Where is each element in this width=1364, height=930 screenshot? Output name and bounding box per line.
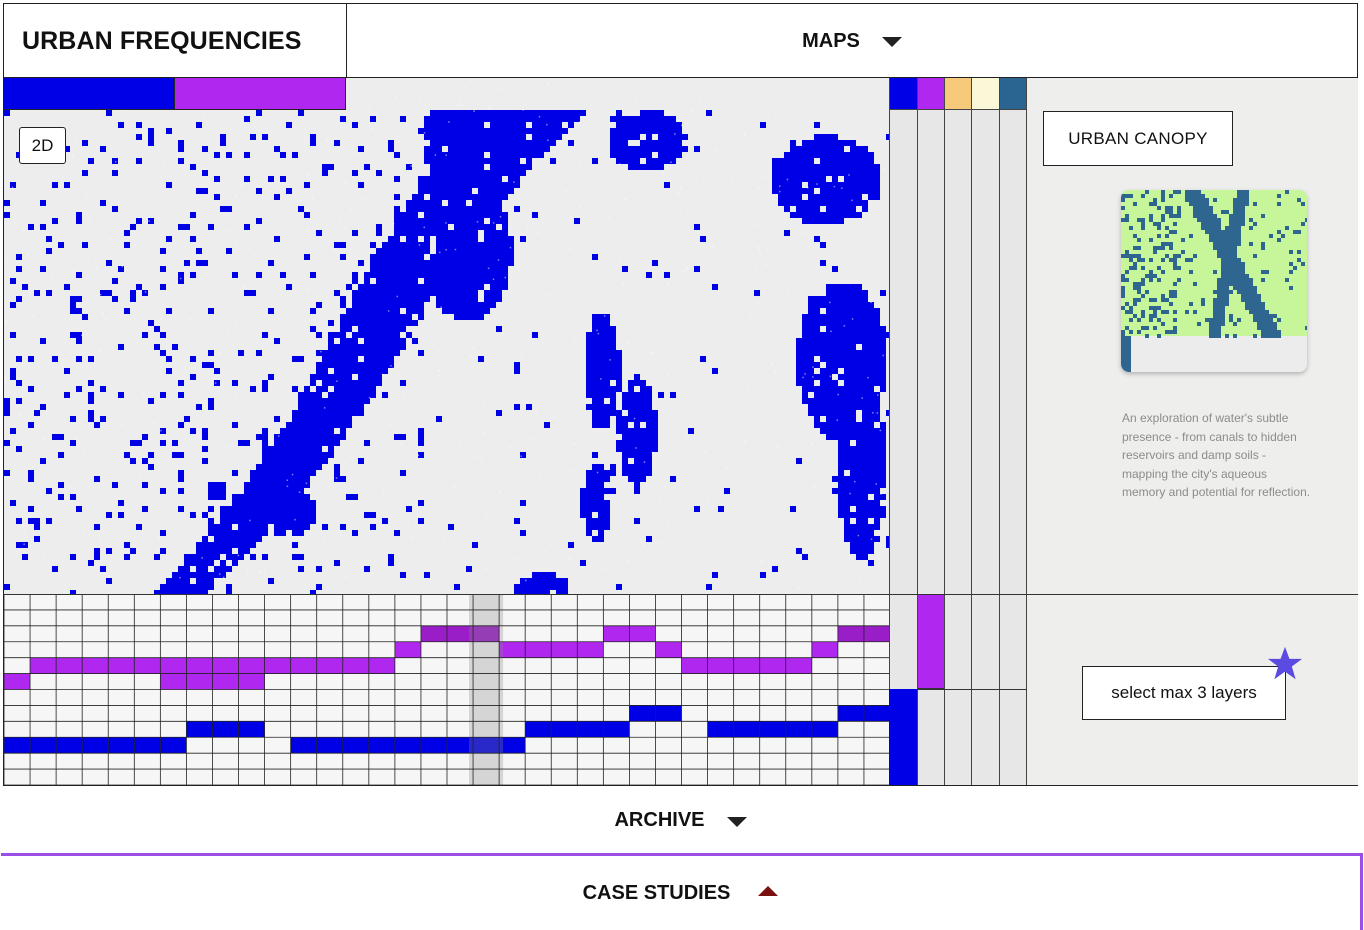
chevron-down-icon bbox=[881, 37, 902, 47]
layer-description: An exploration of water's subtle presenc… bbox=[1122, 411, 1311, 500]
strip-active-blue bbox=[889, 689, 917, 785]
active-layer-tabs bbox=[3, 78, 346, 110]
layer-strip-swatch[interactable] bbox=[945, 78, 972, 110]
select-layers-hint-button[interactable]: select max 3 layers bbox=[1082, 666, 1286, 720]
layer-strip-1[interactable] bbox=[889, 78, 917, 785]
layer-strip-swatch[interactable] bbox=[890, 78, 917, 110]
thumbnail-map bbox=[1121, 190, 1307, 372]
layer-thumbnail[interactable] bbox=[1121, 190, 1307, 372]
strip-divider bbox=[917, 689, 1027, 690]
maps-label: MAPS bbox=[802, 29, 860, 52]
brand-title: URBAN FREQUENCIES bbox=[4, 4, 347, 78]
layer-tab-purple[interactable] bbox=[175, 78, 346, 110]
case-studies-menu-button[interactable]: CASE STUDIES bbox=[1, 853, 1363, 930]
layer-strip-5[interactable] bbox=[999, 78, 1027, 785]
layer-strip-swatch[interactable] bbox=[1000, 78, 1027, 110]
layer-strip-4[interactable] bbox=[971, 78, 999, 785]
chevron-up-icon bbox=[758, 886, 779, 896]
chevron-down-icon bbox=[726, 816, 747, 827]
water-map bbox=[4, 78, 889, 595]
maps-menu-button[interactable]: MAPS bbox=[347, 4, 1357, 78]
layer-name-button[interactable]: URBAN CANOPY bbox=[1043, 111, 1233, 166]
layer-strip-swatch[interactable] bbox=[972, 78, 999, 110]
layer-strip-swatch[interactable] bbox=[918, 78, 945, 110]
layer-strip-3[interactable] bbox=[944, 78, 972, 785]
archive-label: ARCHIVE bbox=[614, 809, 705, 831]
view-mode-2d-button[interactable]: 2D bbox=[19, 127, 66, 164]
timeline-cells bbox=[4, 594, 889, 785]
top-header: URBAN FREQUENCIES MAPS bbox=[3, 3, 1358, 78]
star-icon[interactable] bbox=[1266, 645, 1304, 683]
layer-tab-water[interactable] bbox=[3, 78, 175, 110]
timeline-grid[interactable] bbox=[3, 594, 889, 785]
archive-menu-button[interactable]: ARCHIVE bbox=[3, 785, 1358, 855]
divider bbox=[3, 594, 1358, 595]
case-studies-label: CASE STUDIES bbox=[582, 881, 731, 904]
strip-active-purple bbox=[918, 595, 944, 689]
map-canvas[interactable] bbox=[3, 78, 889, 595]
